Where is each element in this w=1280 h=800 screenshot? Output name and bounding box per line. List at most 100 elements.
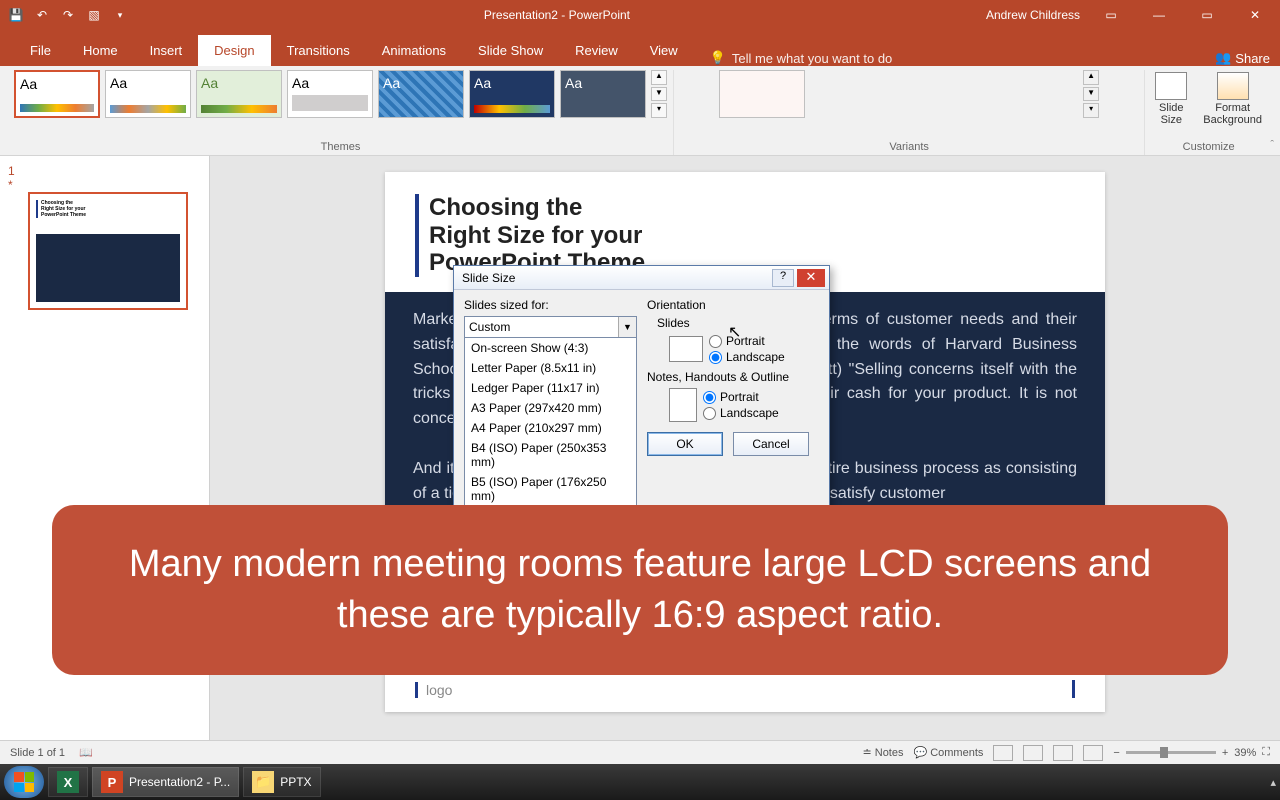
tab-home[interactable]: Home: [67, 35, 134, 66]
tab-design[interactable]: Design: [198, 35, 270, 66]
tab-animations[interactable]: Animations: [366, 35, 462, 66]
folder-icon: 📁: [252, 771, 274, 793]
close-button[interactable]: ✕: [1238, 8, 1272, 22]
share-label: Share: [1235, 51, 1270, 66]
tab-view[interactable]: View: [634, 35, 694, 66]
slide-counter[interactable]: Slide 1 of 1: [10, 747, 65, 759]
spellcheck-icon[interactable]: 📖: [79, 746, 93, 759]
gallery-scroll-up-icon[interactable]: ▲: [1083, 70, 1099, 85]
theme-thumb[interactable]: Aa: [469, 70, 555, 118]
dialog-help-button[interactable]: ?: [772, 269, 794, 287]
gallery-more-icon[interactable]: ▾: [651, 103, 667, 118]
dialog-title: Slide Size: [458, 271, 772, 285]
excel-icon: X: [57, 771, 79, 793]
zoom-level[interactable]: 39%: [1234, 747, 1256, 759]
share-icon: 👥: [1215, 50, 1231, 66]
themes-gallery[interactable]: Aa Aa Aa Aa Aa Aa Aa ▲ ▼▾: [14, 70, 667, 118]
theme-thumb[interactable]: Aa: [105, 70, 191, 118]
start-button[interactable]: [4, 766, 44, 798]
theme-thumb[interactable]: Aa: [378, 70, 464, 118]
gallery-scroll-down-icon[interactable]: ▼: [651, 87, 667, 102]
slides-portrait-radio[interactable]: Portrait: [709, 334, 785, 348]
slide-thumbnail[interactable]: Choosing theRight Size for yourPowerPoin…: [28, 192, 188, 310]
ribbon-display-options-icon[interactable]: ▭: [1094, 8, 1128, 22]
theme-thumb[interactable]: Aa: [14, 70, 100, 118]
size-option[interactable]: On-screen Show (4:3): [465, 338, 636, 358]
size-option[interactable]: Letter Paper (8.5x11 in): [465, 358, 636, 378]
size-option[interactable]: A3 Paper (297x420 mm): [465, 398, 636, 418]
tab-slideshow[interactable]: Slide Show: [462, 35, 559, 66]
dialog-titlebar[interactable]: Slide Size ? ✕: [454, 266, 829, 290]
dialog-close-button[interactable]: ✕: [797, 269, 825, 287]
ok-button[interactable]: OK: [647, 432, 723, 456]
taskbar-app-explorer[interactable]: 📁 PPTX: [243, 767, 320, 797]
size-option[interactable]: A4 Paper (210x297 mm): [465, 418, 636, 438]
size-option[interactable]: Ledger Paper (11x17 in): [465, 378, 636, 398]
slideshow-view-button[interactable]: [1083, 745, 1103, 761]
slide-size-icon: [1155, 72, 1187, 100]
slides-orientation-label: Slides: [657, 316, 819, 330]
theme-aa-label: Aa: [474, 75, 550, 91]
slide-footer-logo[interactable]: logo: [415, 682, 452, 698]
orientation-label: Orientation: [647, 298, 819, 312]
zoom-slider[interactable]: [1126, 751, 1216, 754]
format-background-label: Format Background: [1203, 102, 1262, 126]
size-option[interactable]: B4 (ISO) Paper (250x353 mm): [465, 438, 636, 472]
orientation-preview-icon: [669, 336, 703, 362]
comments-icon: 💬: [914, 746, 928, 759]
show-hidden-icons[interactable]: ▴: [1270, 776, 1276, 789]
format-background-icon: [1217, 72, 1249, 100]
powerpoint-icon: P: [101, 771, 123, 793]
variants-gallery[interactable]: ▲ ▼▾: [719, 70, 1099, 118]
thumbnail-number: 1: [8, 164, 15, 178]
start-from-beginning-icon[interactable]: ▧: [86, 7, 102, 23]
theme-thumb[interactable]: Aa: [560, 70, 646, 118]
collapse-ribbon-icon[interactable]: ˆ: [1270, 139, 1274, 151]
notes-icon: ≐: [863, 746, 872, 759]
chevron-down-icon[interactable]: ▼: [618, 317, 636, 337]
variant-thumb[interactable]: [719, 70, 805, 118]
comments-button[interactable]: 💬Comments: [914, 746, 984, 759]
maximize-button[interactable]: ▭: [1190, 8, 1224, 22]
tab-insert[interactable]: Insert: [134, 35, 199, 66]
minimize-button[interactable]: —: [1142, 8, 1176, 22]
slide-footer-mark: [1072, 680, 1075, 698]
undo-icon[interactable]: ↶: [34, 7, 50, 23]
format-background-button[interactable]: Format Background: [1199, 70, 1266, 128]
taskbar-app-excel[interactable]: X: [48, 767, 88, 797]
zoom-out-button[interactable]: −: [1113, 747, 1119, 759]
tab-review[interactable]: Review: [559, 35, 634, 66]
user-name[interactable]: Andrew Childress: [986, 8, 1080, 22]
gallery-scroll-down-icon[interactable]: ▼: [1083, 87, 1099, 102]
reading-view-button[interactable]: [1053, 745, 1073, 761]
normal-view-button[interactable]: [993, 745, 1013, 761]
size-option[interactable]: B5 (ISO) Paper (176x250 mm): [465, 472, 636, 506]
slides-sized-for-label: Slides sized for:: [464, 298, 637, 312]
tell-me-search[interactable]: 💡 Tell me what you want to do: [710, 50, 893, 66]
theme-aa-label: Aa: [565, 75, 641, 91]
theme-thumb[interactable]: Aa: [196, 70, 282, 118]
notes-portrait-radio[interactable]: Portrait: [703, 390, 779, 404]
slides-landscape-radio[interactable]: Landscape: [709, 350, 785, 364]
slide-size-button[interactable]: Slide Size: [1151, 70, 1191, 128]
notes-button[interactable]: ≐Notes: [863, 746, 904, 759]
slides-sized-for-combo[interactable]: Custom ▼: [464, 316, 637, 338]
taskbar-app-label: PPTX: [280, 775, 311, 789]
notes-landscape-radio[interactable]: Landscape: [703, 406, 779, 420]
tab-file[interactable]: File: [14, 35, 67, 66]
slide-sorter-view-button[interactable]: [1023, 745, 1043, 761]
gallery-more-icon[interactable]: ▾: [1083, 103, 1099, 118]
zoom-in-button[interactable]: +: [1222, 747, 1228, 759]
qat-dropdown-icon[interactable]: ▾: [112, 7, 128, 23]
tab-transitions[interactable]: Transitions: [271, 35, 366, 66]
fit-to-window-button[interactable]: ⛶: [1262, 746, 1270, 759]
gallery-scroll-up-icon[interactable]: ▲: [651, 70, 667, 85]
save-icon[interactable]: 💾: [8, 7, 24, 23]
cancel-button[interactable]: Cancel: [733, 432, 809, 456]
theme-thumb[interactable]: Aa: [287, 70, 373, 118]
theme-aa-label: Aa: [383, 75, 459, 91]
share-button[interactable]: 👥 Share: [1215, 50, 1270, 66]
redo-icon[interactable]: ↷: [60, 7, 76, 23]
portrait-label: Portrait: [720, 390, 759, 404]
taskbar-app-powerpoint[interactable]: PPresentation2 - P...: [92, 767, 239, 797]
